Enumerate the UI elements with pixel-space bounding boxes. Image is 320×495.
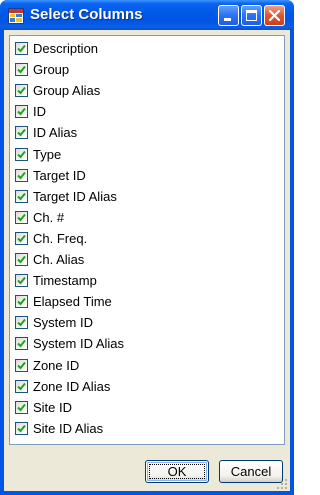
column-option-label: ID Alias	[33, 125, 78, 141]
checkbox[interactable]	[15, 105, 28, 119]
column-option-label: System ID	[33, 315, 93, 331]
column-option-label: Timestamp	[33, 273, 97, 289]
checkbox[interactable]	[15, 126, 28, 140]
column-option[interactable]: ID	[14, 101, 280, 122]
checkbox[interactable]	[15, 84, 28, 98]
checkmark-icon	[17, 361, 26, 369]
column-option[interactable]: Site ID	[14, 397, 280, 418]
checkmark-icon	[17, 171, 26, 180]
checkbox[interactable]	[15, 168, 28, 182]
column-option[interactable]: Ch. Alias	[14, 249, 280, 270]
checkbox[interactable]	[15, 253, 28, 266]
column-option-label: Zone ID	[33, 357, 80, 373]
checkbox[interactable]	[15, 42, 28, 55]
column-option[interactable]: ID Alias	[14, 122, 280, 143]
column-option-label: System ID Alias	[33, 336, 125, 352]
checkmark-icon	[17, 129, 26, 137]
checkmark-icon	[17, 150, 26, 158]
column-option[interactable]: Type	[14, 144, 280, 165]
column-option-label: Site ID	[33, 399, 73, 415]
focus-indicator	[149, 464, 205, 479]
column-option[interactable]: System ID Alias	[14, 333, 280, 354]
checkbox[interactable]	[15, 210, 28, 224]
checkmark-icon	[17, 424, 26, 433]
column-option-label: Ch. Alias	[33, 252, 85, 267]
checkmark-icon	[17, 44, 26, 53]
column-option[interactable]: Zone ID	[14, 355, 280, 376]
checkmark-icon	[17, 276, 26, 285]
column-option-label: Description	[33, 41, 99, 56]
close-icon	[268, 9, 281, 22]
column-option-label: Target ID Alias	[33, 188, 117, 204]
column-option-label: Ch. Freq.	[33, 230, 88, 246]
checkbox[interactable]	[15, 231, 28, 245]
column-option[interactable]: Target ID Alias	[14, 186, 280, 207]
column-option-label: Zone ID Alias	[33, 378, 111, 394]
checkmark-icon	[17, 234, 26, 243]
checkbox[interactable]	[15, 63, 28, 77]
column-option[interactable]: Ch. Freq.	[14, 228, 280, 249]
column-option-label: ID	[33, 104, 46, 120]
checkbox[interactable]	[15, 337, 28, 351]
column-option-label: Target ID	[33, 167, 86, 183]
column-option-label: Ch. #	[33, 209, 65, 225]
checkbox[interactable]	[15, 274, 28, 288]
minimize-icon	[224, 18, 231, 21]
checkbox[interactable]	[15, 295, 28, 309]
close-button[interactable]	[264, 5, 285, 26]
column-option[interactable]: Description	[14, 38, 280, 59]
checkbox[interactable]	[15, 358, 28, 372]
grid-app-icon	[8, 8, 24, 24]
checkbox[interactable]	[15, 189, 28, 203]
column-checklist[interactable]: Description Group Group Alias ID ID Alias Typ…	[9, 35, 285, 445]
checkbox[interactable]	[15, 316, 28, 330]
column-option[interactable]: Timestamp	[14, 270, 280, 291]
checkbox[interactable]	[15, 147, 28, 161]
select-columns-window: Select Columns Description Group Group Ali…	[0, 0, 294, 495]
title-bar[interactable]: Select Columns	[0, 0, 294, 30]
maximize-icon	[246, 10, 257, 21]
window-title: Select Columns	[30, 6, 143, 23]
dialog-body: Description Group Group Alias ID ID Alias Typ…	[4, 30, 290, 491]
checkmark-icon	[17, 319, 26, 327]
resize-grip-icon[interactable]	[276, 477, 288, 489]
checkmark-icon	[17, 213, 26, 222]
checkmark-icon	[17, 382, 26, 391]
column-option-label: Site ID Alias	[33, 420, 104, 436]
checkmark-icon	[17, 65, 26, 74]
cancel-button[interactable]: Cancel	[219, 460, 283, 483]
column-option-label: Elapsed Time	[33, 294, 112, 310]
column-option[interactable]: Ch. #	[14, 207, 280, 228]
ok-button[interactable]: OK	[145, 460, 209, 483]
checkmark-icon	[17, 87, 26, 95]
column-option[interactable]: Group Alias	[14, 80, 280, 101]
checkmark-icon	[17, 108, 26, 116]
cancel-button-label: Cancel	[230, 464, 272, 479]
column-option-label: Group	[33, 62, 70, 78]
checkbox[interactable]	[15, 379, 28, 393]
checkmark-icon	[17, 298, 26, 306]
checkmark-icon	[17, 403, 26, 412]
column-option[interactable]: Group	[14, 59, 280, 80]
minimize-button[interactable]	[218, 5, 239, 26]
checkmark-icon	[17, 255, 26, 264]
checkbox[interactable]	[15, 421, 28, 435]
checkmark-icon	[17, 192, 26, 201]
column-option[interactable]: System ID	[14, 312, 280, 333]
column-option-label: Group Alias	[33, 83, 101, 99]
column-option-label: Type	[33, 146, 62, 162]
column-option[interactable]: Zone ID Alias	[14, 376, 280, 397]
maximize-button[interactable]	[241, 5, 262, 26]
column-option[interactable]: Elapsed Time	[14, 291, 280, 312]
checkmark-icon	[17, 340, 26, 348]
column-option[interactable]: Target ID	[14, 165, 280, 186]
column-option[interactable]: Site ID Alias	[14, 418, 280, 439]
checkbox[interactable]	[15, 400, 28, 414]
